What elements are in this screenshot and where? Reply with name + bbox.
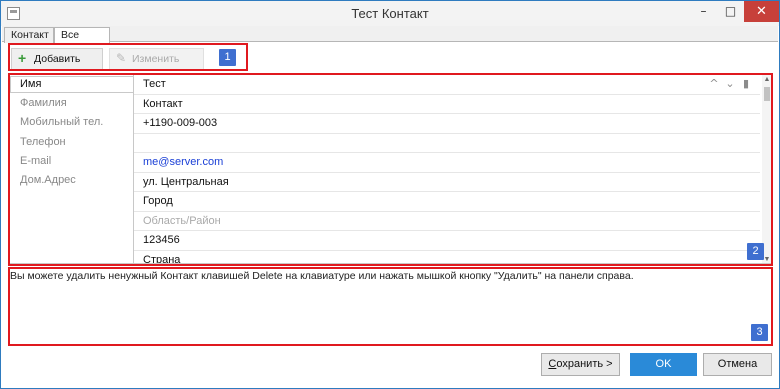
window-title: Тест Контакт [351,6,429,21]
tab-all-fields[interactable]: Все поля [54,27,110,55]
callout-box-notes [8,267,773,346]
save-button-label: охранить > [556,358,613,370]
callout-badge-1: 1 [219,49,236,66]
minimize-button[interactable]: – [690,1,717,22]
callout-box-toolbar [8,43,248,71]
tab-contact[interactable]: Контакт [4,27,54,43]
tab-strip: Контакт Все поля [2,26,778,55]
title-bar: Тест Контакт – □ ✕ [1,1,779,26]
callout-badge-3: 3 [751,324,768,341]
close-button[interactable]: ✕ [744,1,779,22]
maximize-button[interactable]: □ [717,1,744,22]
ok-button[interactable]: OK [630,353,697,376]
cancel-button[interactable]: Отмена [703,353,772,376]
contact-dialog: Тест Контакт – □ ✕ Контакт Все поля + До… [0,0,780,389]
callout-box-fields [8,73,773,266]
callout-badge-2: 2 [747,243,764,260]
save-button[interactable]: Сохранить > [541,353,620,376]
